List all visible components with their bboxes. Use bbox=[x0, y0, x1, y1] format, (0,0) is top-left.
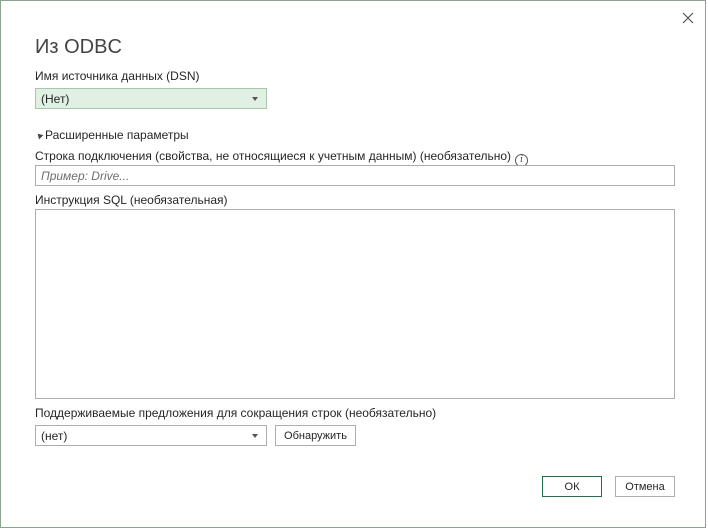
close-button[interactable] bbox=[679, 9, 697, 27]
dialog-title: Из ODBC bbox=[35, 36, 122, 58]
dsn-label: Имя источника данных (DSN) bbox=[35, 69, 200, 83]
dsn-select-value: (Нет) bbox=[41, 91, 70, 106]
row-reduction-select[interactable]: (нет) bbox=[35, 425, 267, 446]
chevron-down-icon bbox=[252, 96, 258, 101]
row-reduction-select-value: (нет) bbox=[41, 428, 68, 443]
ok-button[interactable]: ОК bbox=[542, 476, 602, 497]
cancel-button[interactable]: Отмена bbox=[615, 476, 675, 497]
connection-string-input[interactable] bbox=[35, 165, 675, 186]
advanced-options-toggle[interactable]: Расширенные параметры bbox=[35, 128, 189, 143]
connection-string-label: Строка подключения (свойства, не относящ… bbox=[35, 149, 512, 163]
detect-button[interactable]: Обнаружить bbox=[275, 425, 356, 446]
collapse-triangle-icon bbox=[35, 131, 44, 140]
close-icon bbox=[682, 12, 694, 24]
advanced-options-label: Расширенные параметры bbox=[45, 128, 189, 142]
odbc-dialog: Из ODBC Имя источника данных (DSN) (Нет)… bbox=[0, 0, 706, 528]
chevron-down-icon bbox=[252, 433, 258, 438]
sql-label: Инструкция SQL (необязательная) bbox=[35, 193, 228, 207]
dsn-select[interactable]: (Нет) bbox=[35, 88, 267, 109]
row-reduction-label: Поддерживаемые предложения для сокращени… bbox=[35, 406, 437, 420]
sql-textarea[interactable] bbox=[35, 209, 675, 399]
